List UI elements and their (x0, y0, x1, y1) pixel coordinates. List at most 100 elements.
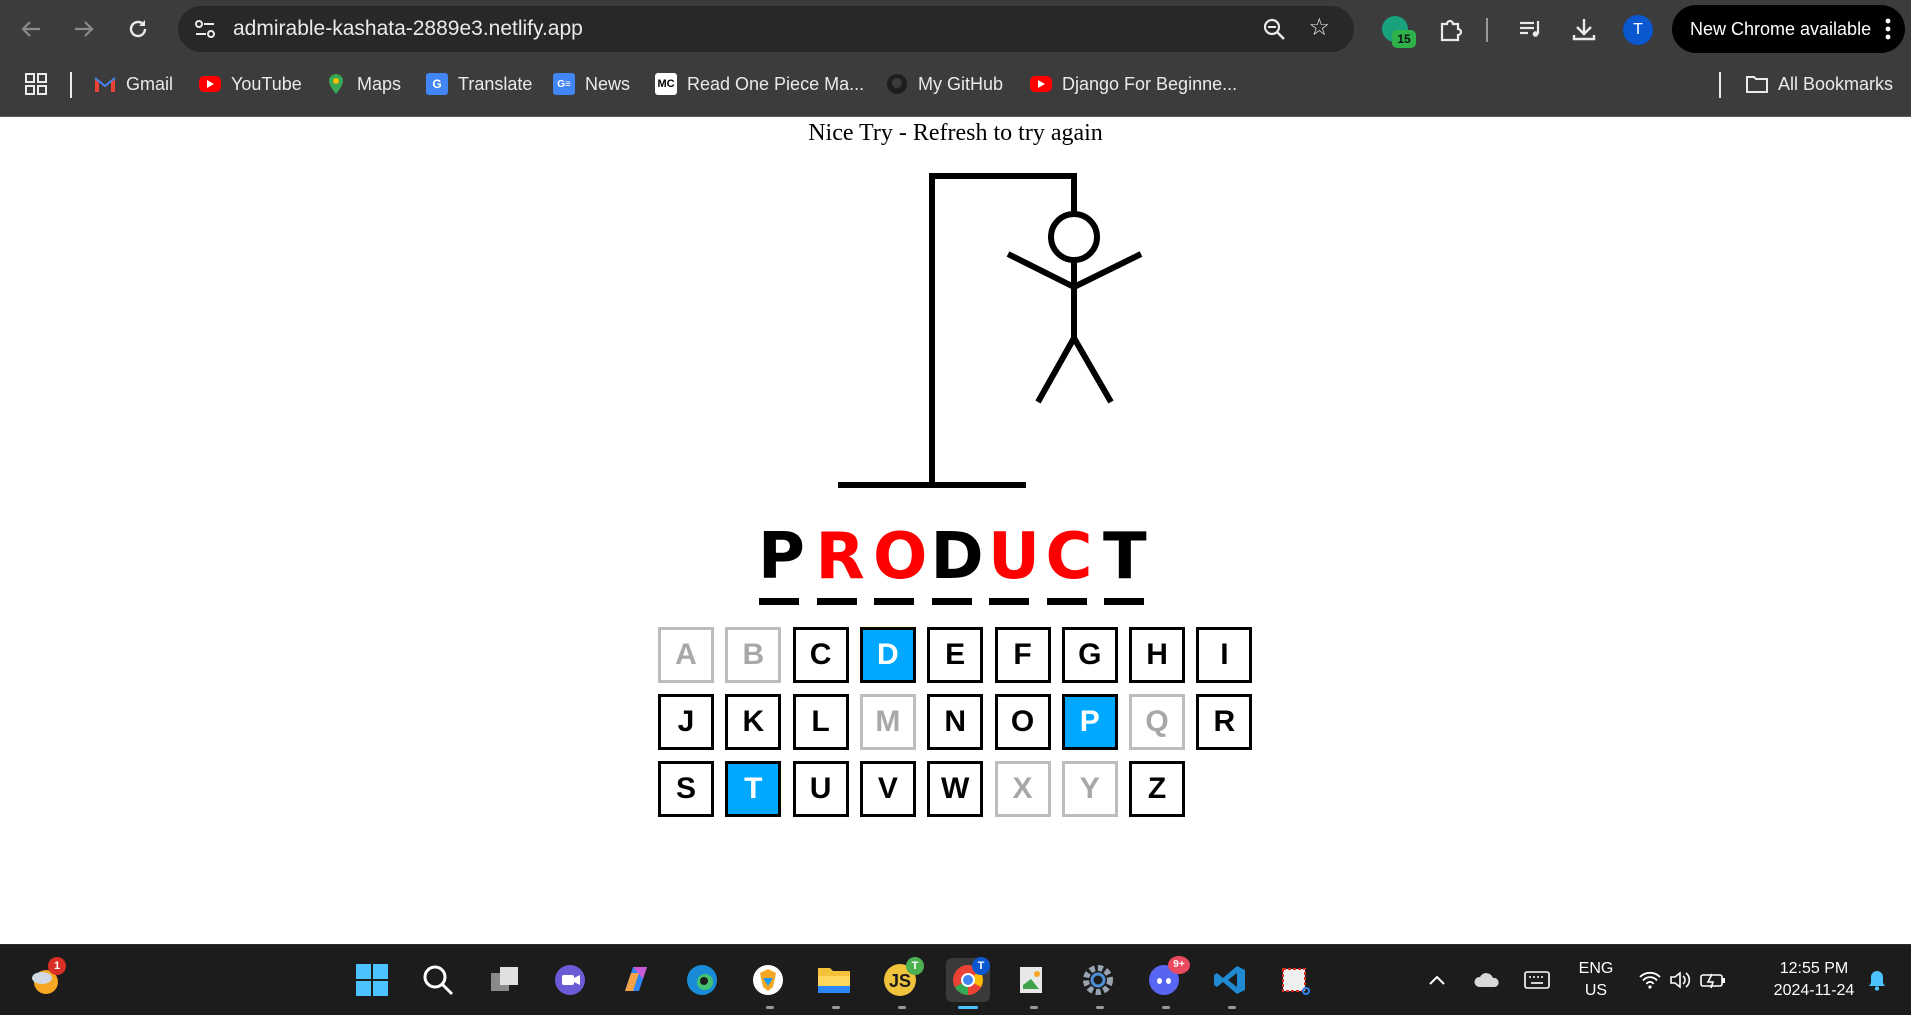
browser-toolbar: admirable-kashata-2889e3.netlify.app ☆ 1… (0, 0, 1911, 58)
search-icon (423, 965, 454, 996)
edge-browser-icon[interactable] (682, 960, 722, 1000)
word-letter-slot: P (758, 520, 805, 606)
site-settings-icon[interactable] (194, 19, 216, 39)
wifi-icon[interactable] (1636, 960, 1664, 1000)
hangman-head (1048, 211, 1100, 263)
brave-browser-icon[interactable] (748, 960, 788, 1000)
letter-key-d[interactable]: D (859, 627, 916, 683)
media-playlist-icon[interactable] (1513, 12, 1547, 46)
letter-key-g[interactable]: G (1061, 627, 1118, 683)
letter-key-p[interactable]: P (1061, 694, 1118, 750)
bookmark-news[interactable]: G≡ News (553, 58, 630, 110)
letter-key-z[interactable]: Z (1129, 761, 1186, 817)
word-letter-slot: R (815, 520, 865, 606)
maps-icon (325, 73, 347, 95)
running-indicator (766, 1006, 774, 1009)
keyboard-icon[interactable] (1520, 960, 1554, 1000)
bookmark-star-icon[interactable]: ☆ (1308, 15, 1330, 41)
windows-taskbar: 1 JS T T 9+ ENG US 12:55 PM 2024-11-24 (0, 944, 1911, 1015)
word-letter: R (815, 520, 865, 594)
bookmark-youtube[interactable]: YouTube (199, 58, 302, 110)
bookmark-github[interactable]: My GitHub (886, 58, 1003, 110)
system-clock[interactable]: 12:55 PM 2024-11-24 (1752, 945, 1876, 1015)
notepad-app-icon[interactable] (1012, 960, 1052, 1000)
new-chrome-available-button[interactable]: New Chrome available (1672, 5, 1905, 53)
download-icon[interactable] (1567, 12, 1601, 46)
windows-logo-icon (356, 964, 388, 996)
letter-key-h[interactable]: H (1129, 627, 1186, 683)
onedrive-cloud-icon[interactable] (1470, 960, 1504, 1000)
youtube-icon (1030, 76, 1052, 92)
notification-bell-icon[interactable] (1862, 960, 1892, 1000)
settings-gear-icon[interactable] (1078, 960, 1118, 1000)
snipping-tool-icon[interactable] (1276, 960, 1316, 1000)
extension-count-badge: 15 (1392, 30, 1416, 48)
letter-keyboard: ABCDEFGHI JKLMNOPQR STUVWXYZ (658, 627, 1262, 825)
language-indicator[interactable]: ENG US (1576, 945, 1616, 1015)
task-view-icon[interactable] (485, 960, 525, 1000)
apps-grid-button[interactable] (24, 58, 48, 110)
letter-key-v[interactable]: V (859, 761, 916, 817)
game-status-message: Nice Try - Refresh to try again (808, 120, 1103, 146)
forward-button[interactable] (67, 12, 101, 46)
letter-key-e[interactable]: E (927, 627, 984, 683)
letter-key-c[interactable]: C (792, 627, 849, 683)
bookmark-label: YouTube (231, 73, 302, 94)
back-arrow-icon (21, 21, 40, 37)
letter-key-r[interactable]: R (1196, 694, 1253, 750)
letter-key-q[interactable]: Q (1129, 694, 1186, 750)
letter-key-j[interactable]: J (658, 694, 714, 750)
letter-key-u[interactable]: U (792, 761, 849, 817)
back-button[interactable] (14, 12, 48, 46)
search-button[interactable] (418, 960, 458, 1000)
bookmark-label: News (585, 73, 631, 94)
letter-key-n[interactable]: N (927, 694, 984, 750)
bookmark-gmail[interactable]: Gmail (94, 58, 173, 110)
vscode-icon[interactable] (1210, 960, 1250, 1000)
bookmark-label: My GitHub (918, 73, 1004, 94)
letter-key-f[interactable]: F (994, 627, 1051, 683)
letter-key-y[interactable]: Y (1061, 761, 1118, 817)
word-letter-slot: O (873, 520, 927, 606)
address-bar[interactable]: admirable-kashata-2889e3.netlify.app ☆ (178, 6, 1354, 52)
youtube-icon (199, 76, 221, 92)
meet-app-icon[interactable] (550, 960, 590, 1000)
letter-key-t[interactable]: T (725, 761, 782, 817)
letter-key-w[interactable]: W (927, 761, 984, 817)
copilot-icon[interactable] (616, 960, 656, 1000)
running-indicator (1228, 1006, 1236, 1009)
volume-icon[interactable] (1666, 960, 1694, 1000)
reload-button[interactable] (121, 12, 155, 46)
profile-avatar[interactable]: T (1623, 15, 1653, 45)
extensions-puzzle-icon[interactable] (1434, 12, 1468, 46)
url-text[interactable]: admirable-kashata-2889e3.netlify.app (233, 6, 583, 52)
battery-icon[interactable] (1698, 960, 1728, 1000)
bookmark-label: Maps (357, 73, 402, 94)
bookmark-one-piece[interactable]: MC Read One Piece Ma... (655, 58, 864, 110)
letter-key-s[interactable]: S (658, 761, 714, 817)
letter-key-x[interactable]: X (994, 761, 1051, 817)
letter-key-l[interactable]: L (792, 694, 849, 750)
hangman-left-leg (1035, 336, 1077, 404)
letter-key-b[interactable]: B (725, 627, 782, 683)
show-hidden-icons-chevron[interactable] (1422, 960, 1452, 1000)
bookmark-django[interactable]: Django For Beginne... (1030, 58, 1237, 110)
discord-badge: 9+ (1168, 956, 1190, 974)
start-button[interactable] (352, 960, 392, 1000)
letter-key-a[interactable]: A (658, 627, 714, 683)
file-explorer-icon[interactable] (814, 960, 854, 1000)
bookmark-translate[interactable]: G Translate (426, 58, 532, 110)
more-menu-icon[interactable] (1885, 17, 1891, 41)
bookmark-maps[interactable]: Maps (325, 58, 401, 110)
word-letter-slot: T (1103, 520, 1147, 606)
letter-key-i[interactable]: I (1196, 627, 1253, 683)
letter-key-k[interactable]: K (725, 694, 782, 750)
zoom-icon[interactable] (1262, 17, 1286, 41)
news-icon: G≡ (553, 73, 575, 95)
word-letter: U (988, 520, 1040, 594)
bookmarks-divider (1719, 72, 1721, 98)
all-bookmarks-button[interactable]: All Bookmarks (1746, 58, 1893, 110)
letter-key-o[interactable]: O (994, 694, 1051, 750)
letter-key-m[interactable]: M (859, 694, 916, 750)
bookmark-label: Gmail (126, 73, 174, 94)
